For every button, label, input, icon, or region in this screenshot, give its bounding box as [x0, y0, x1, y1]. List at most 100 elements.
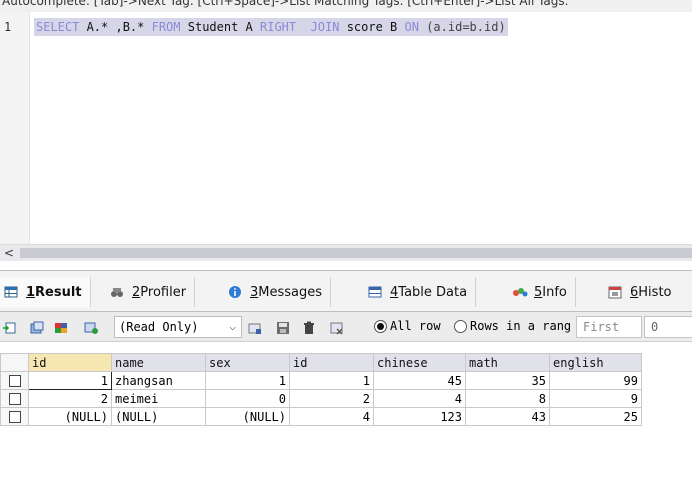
autocomplete-hint-bar: Autocomplete: [Tab]->Next Tag. [Ctrl+Spa…	[0, 0, 692, 12]
column-header-math[interactable]: math	[465, 353, 550, 372]
row-checkbox[interactable]	[8, 375, 21, 387]
row-checkbox-cell[interactable]	[0, 407, 29, 426]
tab-result-number: 1	[26, 284, 36, 300]
edit-mode-value: (Read Only)	[119, 320, 199, 334]
all-rows-radio[interactable]	[374, 320, 387, 333]
info-bars-icon	[512, 285, 528, 299]
scroll-left-arrow-icon[interactable]: <	[2, 245, 16, 261]
result-grid: id name sex id chinese math english 1 zh…	[0, 353, 642, 426]
grid-cell[interactable]: 4	[289, 407, 374, 426]
keyword-select: SELECT	[36, 20, 80, 34]
line-number-gutter: 1	[0, 12, 30, 244]
tab-profiler-label: Profiler	[140, 284, 187, 300]
result-toolbar: (Read Only) ⌵ All row Rows in a rang Fir…	[0, 312, 692, 342]
tab-history[interactable]: 6 Histo	[604, 277, 680, 307]
table-colors-icon[interactable]	[54, 320, 68, 334]
column-header-english[interactable]: english	[549, 353, 642, 372]
tab-profiler[interactable]: 2 Profiler	[106, 277, 196, 307]
code-table-student: Student A	[180, 20, 260, 34]
grid-cell[interactable]: 1	[28, 371, 112, 390]
editor-horizontal-scrollbar[interactable]: <	[0, 244, 692, 261]
table-icon	[368, 285, 382, 299]
all-rows-label: All row	[390, 319, 441, 333]
column-header-score-id[interactable]: id	[289, 353, 374, 372]
tab-table-data[interactable]: 4 Table Data	[364, 277, 477, 307]
grid-cell[interactable]: 25	[549, 407, 642, 426]
calendar-icon	[608, 285, 622, 299]
save-icon[interactable]	[276, 320, 290, 334]
grid-cell[interactable]: 35	[465, 371, 550, 390]
grid-cell[interactable]: zhangsan	[111, 371, 206, 390]
row-selector-header[interactable]	[0, 353, 29, 372]
cancel-changes-icon[interactable]	[330, 320, 344, 335]
column-header-chinese[interactable]: chinese	[373, 353, 466, 372]
autocomplete-hint-text: Autocomplete: [Tab]->Next Tag. [Ctrl+Spa…	[2, 0, 569, 8]
table-row[interactable]: (NULL) (NULL) (NULL) 4 123 43 25	[0, 407, 642, 426]
grid-cell[interactable]: (NULL)	[205, 407, 290, 426]
row-checkbox-cell[interactable]	[0, 389, 29, 408]
grid-cell[interactable]: 8	[465, 389, 550, 408]
rows-range-radio[interactable]	[454, 320, 467, 333]
tab-info-number: 5	[534, 284, 543, 300]
tab-history-number: 6	[630, 284, 639, 300]
tab-result-label: Result	[35, 284, 82, 300]
rows-range-label: Rows in a rang	[470, 319, 572, 333]
table-row[interactable]: 1 zhangsan 1 1 45 35 99	[0, 371, 642, 390]
binoculars-icon	[110, 285, 124, 299]
code-select-columns: A.* ,B.*	[79, 20, 152, 34]
tab-result[interactable]: 1 Result	[0, 277, 91, 307]
sql-code-line[interactable]: SELECT A.* ,B.* FROM Student A RIGHT JOI…	[34, 18, 508, 36]
tab-table-data-label: Table Data	[398, 284, 468, 300]
scroll-thumb[interactable]	[20, 248, 692, 258]
info-circle-icon	[228, 285, 242, 299]
tab-messages-label: Messages	[258, 284, 323, 300]
export-icon[interactable]	[2, 320, 16, 334]
grid-cell[interactable]: 43	[465, 407, 550, 426]
keyword-on: ON	[404, 20, 419, 34]
row-checkbox[interactable]	[8, 411, 21, 423]
grid-cell[interactable]: 1	[289, 371, 374, 390]
grid-cell[interactable]: 1	[205, 371, 290, 390]
grid-cell[interactable]: meimei	[111, 389, 206, 408]
row-checkbox-cell[interactable]	[0, 371, 29, 390]
grid-cell[interactable]: 0	[205, 389, 290, 408]
grid-cell[interactable]: 2	[28, 389, 112, 408]
edit-mode-select[interactable]: (Read Only) ⌵	[114, 316, 242, 338]
insert-row-icon[interactable]	[248, 320, 262, 334]
first-row-input[interactable]: First	[576, 316, 642, 338]
column-header-sex[interactable]: sex	[205, 353, 290, 372]
grid-result-icon	[4, 285, 18, 299]
grid-cell[interactable]: (NULL)	[111, 407, 206, 426]
chevron-down-icon: ⌵	[229, 320, 236, 333]
code-spacing	[296, 20, 310, 34]
grid-cell[interactable]: 4	[373, 389, 466, 408]
refresh-grid-icon[interactable]	[84, 320, 98, 334]
table-row[interactable]: 2 meimei 0 2 4 8 9	[0, 389, 642, 408]
keyword-right: RIGHT	[260, 20, 297, 34]
grid-cell[interactable]: 9	[549, 389, 642, 408]
result-tabs: 1 Result 2 Profiler 3 Messages 4 Table D…	[0, 270, 692, 312]
column-header-id[interactable]: id	[28, 353, 112, 372]
line-number: 1	[4, 20, 12, 34]
row-checkbox[interactable]	[8, 393, 21, 405]
grid-cell[interactable]: 45	[373, 371, 466, 390]
grid-cell[interactable]: (NULL)	[28, 407, 112, 426]
tab-info-label: Info	[542, 284, 567, 300]
tab-messages[interactable]: 3 Messages	[224, 277, 332, 307]
grid-header-row: id name sex id chinese math english	[0, 353, 642, 372]
keyword-from: FROM	[151, 20, 181, 34]
column-header-name[interactable]: name	[111, 353, 206, 372]
tab-history-label: Histo	[638, 284, 672, 300]
sql-editor[interactable]: 1 SELECT A.* ,B.* FROM Student A RIGHT J…	[0, 12, 692, 244]
first-row-value-input[interactable]: 0	[644, 316, 692, 338]
code-table-score: score B	[339, 20, 405, 34]
tab-info[interactable]: 5 Info	[508, 277, 576, 307]
code-join-condition: (a.id=b.id)	[418, 20, 506, 34]
grid-cell[interactable]: 123	[373, 407, 466, 426]
tab-messages-number: 3	[250, 284, 259, 300]
keyword-join: JOIN	[310, 20, 340, 34]
copy-grid-icon[interactable]	[30, 320, 44, 334]
grid-cell[interactable]: 2	[289, 389, 374, 408]
delete-trash-icon[interactable]	[302, 320, 316, 334]
grid-cell[interactable]: 99	[549, 371, 642, 390]
